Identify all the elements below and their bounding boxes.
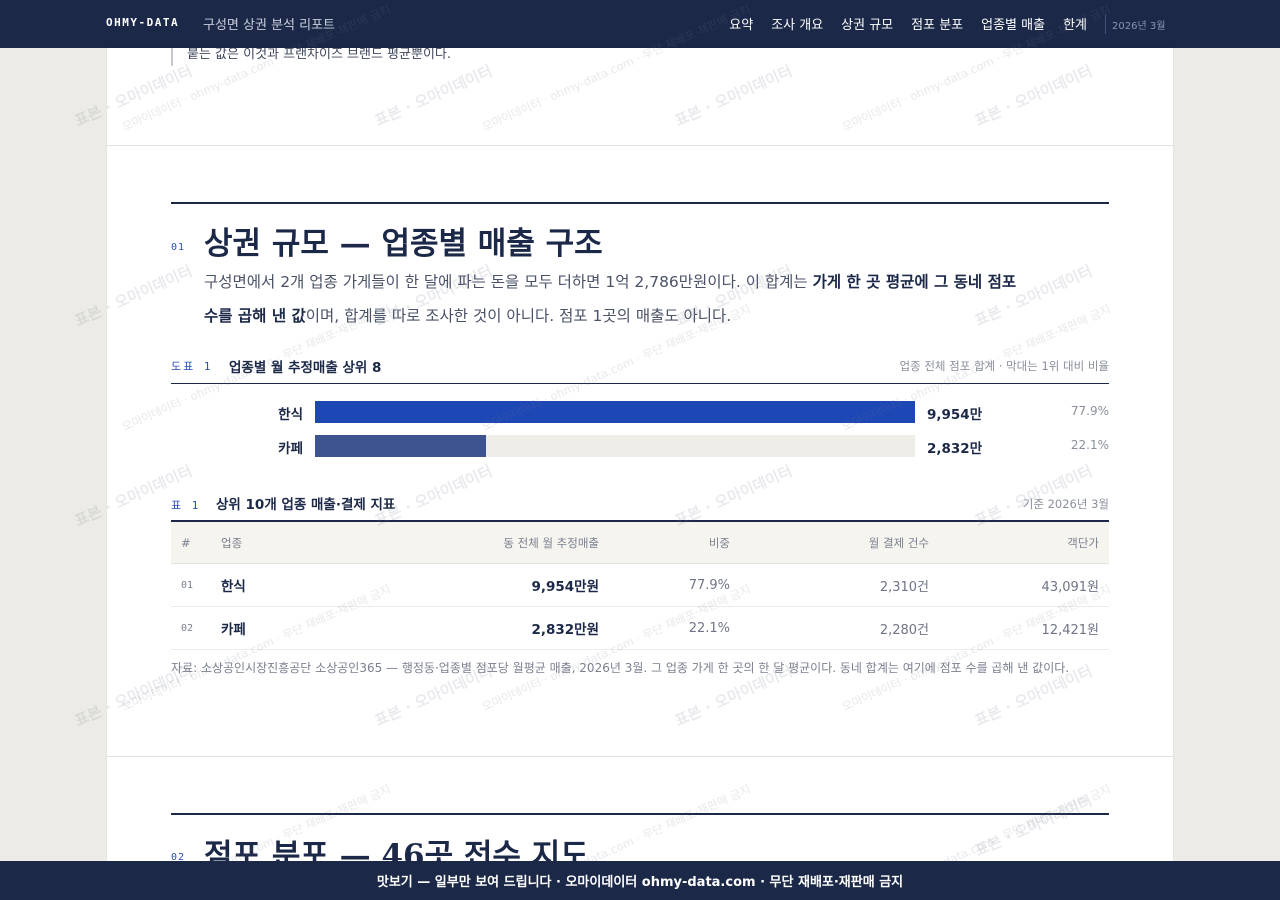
nav-store-distribution[interactable]: 점포 분포	[911, 14, 963, 33]
section-number: 01	[171, 242, 186, 253]
sales-table: # 업종 동 전체 월 추정매출 비중 월 결제 건수 객단가 01 한식 9,…	[171, 522, 1109, 650]
col-transactions: 월 결제 건수	[868, 535, 929, 550]
section-rule	[171, 202, 1109, 204]
table-header-row: # 업종 동 전체 월 추정매출 비중 월 결제 건수 객단가	[171, 522, 1109, 564]
bar-fill	[315, 435, 486, 457]
table-row: 02 카페 2,832만원 22.1% 2,280건 12,421원	[171, 607, 1109, 650]
brand-logo[interactable]: OHMY-DATA	[106, 16, 179, 29]
figure-title: 업종별 월 추정매출 상위 8	[229, 360, 382, 376]
table-title: 상위 10개 업종 매출·결제 지표	[216, 497, 396, 513]
col-avg-spend: 객단가	[1067, 535, 1099, 550]
top-navbar: OHMY-DATA 구성면 상권 분석 리포트 요약 조사 개요 상권 규모 점…	[0, 0, 1280, 48]
section-divider	[107, 145, 1173, 146]
table-label: 표 1	[171, 499, 201, 512]
row-rank: 02	[181, 622, 194, 634]
figure-note: 업종 전체 점포 합계 · 막대는 1위 대비 비율	[899, 359, 1110, 373]
col-share: 비중	[708, 535, 730, 550]
section-lead: 구성면에서 2개 업종 가게들이 한 달에 파는 돈을 모두 더하면 1억 2,…	[204, 265, 1019, 333]
table-header-bar: 표 1 상위 10개 업종 매출·결제 지표 기준 2026년 3월	[171, 488, 1109, 522]
table-note: 기준 2026년 3월	[1022, 497, 1109, 511]
bar-track	[315, 435, 915, 457]
section-rule	[171, 813, 1109, 815]
bar-share-label: 22.1%	[1070, 438, 1109, 452]
section-title: 점포 분포 — 46곳 전수 지도	[204, 838, 589, 861]
bar-category-label: 카페	[278, 441, 303, 457]
nav-divider	[1105, 14, 1106, 34]
bar-track	[315, 401, 915, 423]
row-revenue: 9,954만원	[531, 579, 599, 595]
row-transactions: 2,280건	[879, 622, 929, 638]
section-nav: 요약 조사 개요 상권 규모 점포 분포 업종별 매출 한계	[729, 14, 1087, 33]
section-title: 상권 규모 — 업종별 매출 구조	[204, 226, 603, 262]
col-rank: #	[181, 535, 191, 550]
col-revenue: 동 전체 월 추정매출	[503, 535, 599, 550]
row-avg-spend: 12,421원	[1041, 622, 1099, 638]
figure-header: 도표 1 업종별 월 추정매출 상위 8 업종 전체 점포 합계 · 막대는 1…	[171, 354, 1109, 384]
row-industry: 한식	[221, 579, 246, 595]
lead-text: 구성면에서 2개 업종 가게들이 한 달에 파는 돈을 모두 더하면 1억 2,…	[204, 273, 813, 291]
row-share: 77.9%	[688, 577, 730, 593]
figure-label: 도표 1	[171, 360, 213, 373]
nav-market-size[interactable]: 상권 규모	[841, 14, 893, 33]
bar-category-label: 한식	[278, 407, 303, 423]
row-transactions: 2,310건	[879, 579, 929, 595]
row-avg-spend: 43,091원	[1041, 579, 1099, 595]
col-industry: 업종	[221, 535, 243, 550]
bar-row: 한식 9,954만 77.9%	[171, 400, 1109, 424]
report-title: 구성면 상권 분석 리포트	[203, 18, 335, 33]
nav-sales-by-industry[interactable]: 업종별 매출	[981, 14, 1045, 33]
report-paper: 붙는 값은 이것과 프랜차이즈 브랜드 평균뿐이다. 01 상권 규모 — 업종…	[107, 48, 1173, 861]
nav-limitations[interactable]: 한계	[1063, 14, 1087, 33]
row-share: 22.1%	[688, 620, 730, 636]
bar-fill	[315, 401, 915, 423]
preview-banner: 맛보기 — 일부만 보여 드립니다 · 오마이데이터 ohmy-data.com…	[0, 861, 1280, 900]
bar-value-label: 9,954만	[927, 407, 983, 423]
bar-value-label: 2,832만	[927, 441, 983, 457]
lead-text-end: 이며, 합계를 따로 조사한 것이 아니다. 점포 1곳의 매출도 아니다.	[305, 307, 732, 325]
section-divider	[107, 756, 1173, 757]
preview-banner-text: 맛보기 — 일부만 보여 드립니다 · 오마이데이터 ohmy-data.com…	[376, 875, 904, 890]
report-date: 2026년 3월	[1112, 21, 1166, 32]
section-number: 02	[171, 852, 186, 861]
source-note: 자료: 소상공인시장진흥공단 소상공인365 — 행정동·업종별 점포당 월평균…	[171, 661, 1070, 675]
nav-survey-overview[interactable]: 조사 개요	[771, 14, 823, 33]
row-revenue: 2,832만원	[531, 622, 599, 638]
bar-row: 카페 2,832만 22.1%	[171, 434, 1109, 458]
nav-summary[interactable]: 요약	[729, 14, 753, 33]
bar-share-label: 77.9%	[1070, 404, 1109, 418]
table-row: 01 한식 9,954만원 77.9% 2,310건 43,091원	[171, 564, 1109, 607]
row-industry: 카페	[221, 622, 246, 638]
row-rank: 01	[181, 579, 194, 591]
previous-section-quote: 붙는 값은 이것과 프랜차이즈 브랜드 평균뿐이다.	[171, 48, 471, 66]
